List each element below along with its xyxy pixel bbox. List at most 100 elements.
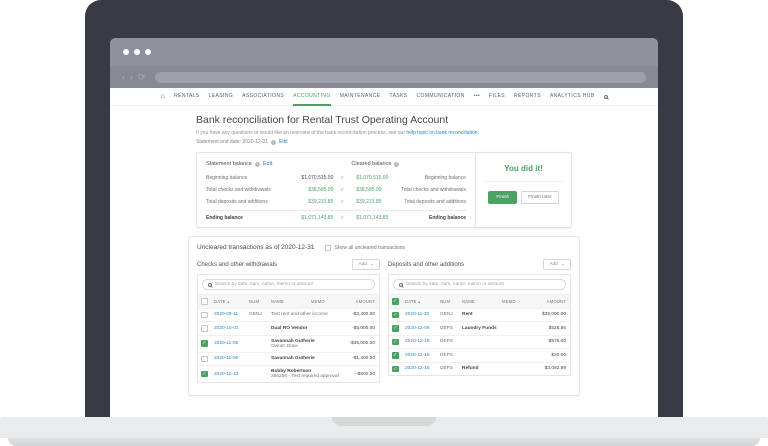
table-row[interactable]: ✓2020-12-15DEPS$575.00 — [389, 335, 570, 349]
deposits-search-input[interactable]: Search by date, num, name, memo or amoun… — [393, 279, 566, 290]
row-date-link[interactable]: 2020-11-06 — [214, 356, 249, 361]
nav-item-leasing[interactable]: LEASING — [209, 88, 233, 106]
info-icon[interactable]: i — [271, 140, 276, 145]
check-icon: ✓ — [333, 199, 351, 205]
balance-card: Statement balance i Edit Cleared balance… — [196, 152, 572, 228]
balance-row-label: Total deposits and additions — [206, 196, 284, 208]
row-date-link[interactable]: 2020-12-16 — [405, 366, 440, 371]
main-nav: ⌂ RENTALS LEASING ASSOCIATIONS ACCOUNTING MA… — [110, 88, 658, 106]
row-date-link[interactable]: 2020-08-11 — [214, 312, 249, 317]
forward-icon[interactable]: › — [130, 73, 133, 82]
row-date-link[interactable]: 2020-11-30 — [405, 312, 440, 317]
table-row[interactable]: ✓2020-12-08DEPSLaundry Funds$525.86 — [389, 321, 570, 335]
row-date-link[interactable]: 2020-12-15 — [405, 353, 440, 358]
row-name-memo: Refund — [462, 366, 530, 371]
home-icon[interactable]: ⌂ — [161, 93, 166, 100]
edit-balance-link[interactable]: Edit — [263, 161, 272, 167]
address-bar[interactable] — [155, 72, 646, 83]
show-all-control[interactable]: Show all uncleared transactions — [325, 245, 405, 251]
table-row[interactable]: 2020-10-01Dual RO Vendor-$5,000.00 — [198, 321, 379, 335]
uncleared-card: Uncleared transactions as of 2020-12-31 … — [188, 236, 580, 396]
nav-item-accounting[interactable]: ACCOUNTING — [293, 88, 331, 106]
row-date-link[interactable]: 2020-11-06 — [214, 341, 249, 346]
select-all-checkbox[interactable]: ✓ — [392, 298, 399, 305]
table-row[interactable]: ✓2020-11-06Savannah GutherieOwner Draw-$… — [198, 335, 379, 352]
table-row[interactable]: ✓2020-11-13Bobby Robertson286296 - Test … — [198, 365, 379, 382]
nav-item-tasks[interactable]: TASKS — [389, 88, 407, 106]
back-icon[interactable]: ‹ — [122, 73, 125, 82]
select-all-checkbox[interactable] — [201, 298, 208, 305]
table-row[interactable]: 2020-11-06Savannah Gutherie-$1,400.00 — [198, 352, 379, 366]
row-checkbox[interactable]: ✓ — [392, 339, 399, 346]
uncleared-title: Uncleared transactions as of 2020-12-31 — [197, 244, 314, 251]
row-num: DEPS — [440, 353, 462, 358]
table-row[interactable]: ✓2020-11-30GENJRent$35,000.00 — [389, 308, 570, 322]
withdrawals-search-input[interactable]: Search by date, num, name, memo or amoun… — [202, 279, 375, 290]
deposits-add-button[interactable]: Add ⌄ — [543, 259, 571, 270]
search-icon — [208, 283, 212, 287]
add-label: Add — [549, 262, 558, 267]
row-amount: -$3,400.00 — [339, 312, 375, 317]
intro-text: If you have any questions or would like … — [196, 130, 572, 136]
statement-balance-header: Statement balance i Edit — [206, 160, 333, 172]
row-checkbox[interactable]: ✓ — [392, 312, 399, 319]
table-row[interactable]: 2020-08-11GENJTest rent and other income… — [198, 308, 379, 322]
window-minimize-button[interactable] — [134, 49, 140, 55]
row-date-link[interactable]: 2020-12-08 — [405, 326, 440, 331]
nav-item-analytics-hub[interactable]: ANALYTICS HUB — [550, 88, 595, 106]
nav-item-maintenance[interactable]: MAINTENANCE — [340, 88, 381, 106]
withdrawals-column: Checks and other withdrawals Add ⌄ — [197, 259, 380, 383]
row-date-link[interactable]: 2020-11-13 — [214, 372, 249, 377]
row-checkbox[interactable]: ✓ — [201, 371, 208, 378]
row-date-link[interactable]: 2020-10-01 — [214, 326, 249, 331]
sort-asc-icon: ▲ — [418, 300, 422, 304]
nav-item-associations[interactable]: ASSOCIATIONS — [242, 88, 284, 106]
balance-row-value: $1,070,515.00 — [284, 175, 334, 181]
row-amount: -$35,000.00 — [339, 341, 375, 346]
help-topic-link[interactable]: help topic on bank reconciliation. — [406, 130, 479, 136]
table-row[interactable]: ✓2020-12-16DEPSRefund$3,092.99 — [389, 362, 570, 376]
withdrawals-add-button[interactable]: Add ⌄ — [352, 259, 380, 270]
row-checkbox[interactable]: ✓ — [201, 340, 208, 347]
nav-item-more[interactable]: ••• — [474, 88, 480, 106]
nav-item-reports[interactable]: REPORTS — [514, 88, 541, 106]
column-header-date[interactable]: DATE▲ — [214, 299, 249, 304]
show-all-label: Show all uncleared transactions — [334, 245, 405, 251]
balance-row-label: Total checks and withdrawals — [206, 184, 284, 196]
row-checkbox[interactable]: ✓ — [392, 325, 399, 332]
refresh-icon[interactable]: ⟳ — [138, 73, 146, 82]
column-header-name: NAME — [271, 299, 311, 304]
column-header-date[interactable]: DATE▲ — [405, 299, 440, 304]
laptop-base-edge — [8, 438, 760, 446]
row-amount: $35,000.00 — [530, 312, 566, 317]
row-amount: -$500.00 — [339, 372, 375, 377]
edit-date-link[interactable]: Edit — [279, 139, 288, 145]
row-checkbox[interactable] — [201, 312, 208, 319]
row-amount: $20.00 — [530, 353, 566, 358]
row-date-link[interactable]: 2020-12-15 — [405, 339, 440, 344]
nav-item-files[interactable]: FILES — [489, 88, 505, 106]
row-name-memo: Dual RO Vendor — [271, 326, 339, 331]
info-icon[interactable]: i — [255, 162, 260, 167]
nav-item-rentals[interactable]: RENTALS — [174, 88, 200, 106]
browser-window: ‹ › ⟳ ⌂ RENTALS LEASING ASSOCIATIONS ACCOUN… — [110, 38, 658, 420]
row-name-memo: Test rent and other income — [271, 312, 339, 317]
table-row[interactable]: ✓ 2020-12-15DEPS $20.00 — [389, 348, 570, 362]
window-close-button[interactable] — [123, 49, 129, 55]
row-checkbox[interactable] — [201, 356, 208, 363]
row-amount: $575.00 — [530, 339, 566, 344]
show-all-checkbox[interactable] — [325, 245, 331, 251]
info-icon[interactable]: i — [394, 162, 399, 167]
nav-search-icon[interactable] — [604, 95, 608, 99]
row-checkbox[interactable]: ✓ — [392, 352, 399, 359]
chevron-down-icon: ⌄ — [561, 262, 565, 267]
row-checkbox[interactable] — [201, 325, 208, 332]
balance-grid: Statement balance i Edit Cleared balance… — [197, 153, 475, 227]
finish-button[interactable]: Finish — [488, 191, 517, 204]
cleared-balance-header: Cleared balance i — [351, 160, 466, 172]
window-maximize-button[interactable] — [145, 49, 151, 55]
row-checkbox[interactable]: ✓ — [392, 366, 399, 373]
add-label: Add — [358, 262, 367, 267]
finish-later-button[interactable]: Finish later — [521, 191, 558, 204]
nav-item-communication[interactable]: COMMUNICATION — [417, 88, 465, 106]
